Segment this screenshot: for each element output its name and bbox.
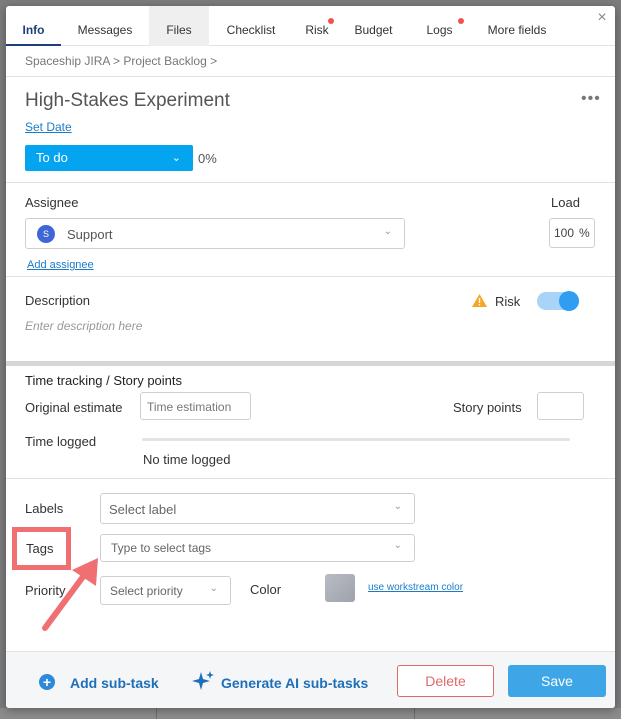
description-input[interactable]: Enter description here <box>25 319 142 333</box>
status-dropdown[interactable]: To do ⌄ <box>25 145 193 171</box>
load-unit: % <box>579 226 590 240</box>
assignee-label: Assignee <box>25 195 79 210</box>
background-divider <box>0 708 621 719</box>
risk-toggle[interactable] <box>537 291 579 311</box>
generate-ai-subtasks-button[interactable]: Generate AI sub-tasks <box>221 675 368 691</box>
tab-more-fields[interactable]: More fields <box>473 6 561 46</box>
delete-button[interactable]: Delete <box>397 665 494 697</box>
warning-icon <box>472 294 487 307</box>
plus-circle-icon: + <box>39 674 55 690</box>
time-estimation-placeholder: Time estimation <box>147 400 232 414</box>
load-input[interactable]: 100 % <box>549 218 595 248</box>
breadcrumb[interactable]: Spaceship JIRA > Project Backlog > <box>25 54 217 68</box>
tab-bar: Info Messages Files Checklist Risk Budge… <box>6 6 615 46</box>
chevron-down-icon: ⌄ <box>171 152 181 164</box>
more-options-icon[interactable]: ••• <box>581 90 601 108</box>
assignee-select[interactable]: S Support ⌄ <box>25 218 405 249</box>
use-workstream-color-link[interactable]: use workstream color <box>368 582 463 593</box>
load-label: Load <box>551 195 580 210</box>
time-logged-bar <box>142 438 570 441</box>
tab-checklist-label: Checklist <box>226 23 276 37</box>
tab-budget-label: Budget <box>354 23 393 37</box>
divider <box>6 76 615 77</box>
story-points-label: Story points <box>453 400 522 415</box>
chevron-down-icon: ⌄ <box>209 583 218 594</box>
tab-logs[interactable]: Logs <box>406 6 473 46</box>
risk-label: Risk <box>495 294 521 309</box>
divider <box>6 478 615 479</box>
color-swatch[interactable] <box>325 574 355 602</box>
tab-checklist[interactable]: Checklist <box>209 6 293 46</box>
set-date-link[interactable]: Set Date <box>25 120 72 134</box>
tab-risk[interactable]: Risk <box>293 6 341 46</box>
notification-dot-icon <box>458 18 464 24</box>
tab-messages[interactable]: Messages <box>61 6 149 46</box>
labels-placeholder: Select label <box>109 502 177 517</box>
tab-files-label: Files <box>166 23 192 37</box>
tab-messages-label: Messages <box>77 23 133 37</box>
tab-info-label: Info <box>22 23 45 37</box>
time-estimation-input[interactable]: Time estimation <box>140 392 251 420</box>
annotation-arrow-icon <box>42 558 98 631</box>
task-modal: Info Messages Files Checklist Risk Budge… <box>6 6 615 708</box>
add-assignee-link[interactable]: Add assignee <box>27 259 94 271</box>
task-title[interactable]: High-Stakes Experiment <box>25 90 230 112</box>
time-logged-label: Time logged <box>25 434 97 449</box>
background-divider <box>156 708 157 719</box>
assignee-name: Support <box>67 227 113 242</box>
avatar: S <box>37 225 55 243</box>
labels-label: Labels <box>25 501 64 516</box>
background-divider <box>414 708 415 719</box>
description-label: Description <box>25 293 91 308</box>
tags-select[interactable]: Type to select tags ⌄ <box>100 534 415 562</box>
color-label: Color <box>250 582 282 597</box>
labels-select[interactable]: Select label ⌄ <box>100 493 415 524</box>
tab-risk-label: Risk <box>305 23 329 37</box>
tab-info[interactable]: Info <box>6 6 61 46</box>
tab-logs-label: Logs <box>426 23 453 37</box>
tab-files[interactable]: Files <box>149 6 209 46</box>
status-label: To do <box>36 150 68 165</box>
priority-select[interactable]: Select priority ⌄ <box>100 576 231 605</box>
tab-budget[interactable]: Budget <box>341 6 406 46</box>
section-separator <box>6 361 615 366</box>
tab-more-fields-label: More fields <box>487 23 547 37</box>
load-value: 100 <box>554 226 575 240</box>
save-button[interactable]: Save <box>508 665 606 697</box>
chevron-down-icon: ⌄ <box>393 540 402 551</box>
original-estimate-label: Original estimate <box>25 400 123 415</box>
story-points-input[interactable] <box>537 392 584 420</box>
priority-placeholder: Select priority <box>110 584 183 598</box>
no-time-logged-text: No time logged <box>143 452 231 467</box>
add-subtask-button[interactable]: Add sub-task <box>70 675 159 691</box>
toggle-knob <box>559 291 579 311</box>
chevron-down-icon: ⌄ <box>393 501 402 512</box>
progress-percent: 0% <box>198 151 217 166</box>
divider <box>6 182 615 183</box>
divider <box>6 276 615 277</box>
chevron-down-icon: ⌄ <box>383 226 392 237</box>
notification-dot-icon <box>328 18 334 24</box>
sparkle-icon <box>192 671 214 690</box>
tags-placeholder: Type to select tags <box>111 541 212 555</box>
close-icon[interactable]: × <box>595 10 609 26</box>
footer-bar: + Add sub-task Generate AI sub-tasks Del… <box>6 651 615 708</box>
time-tracking-title: Time tracking / Story points <box>25 373 183 388</box>
